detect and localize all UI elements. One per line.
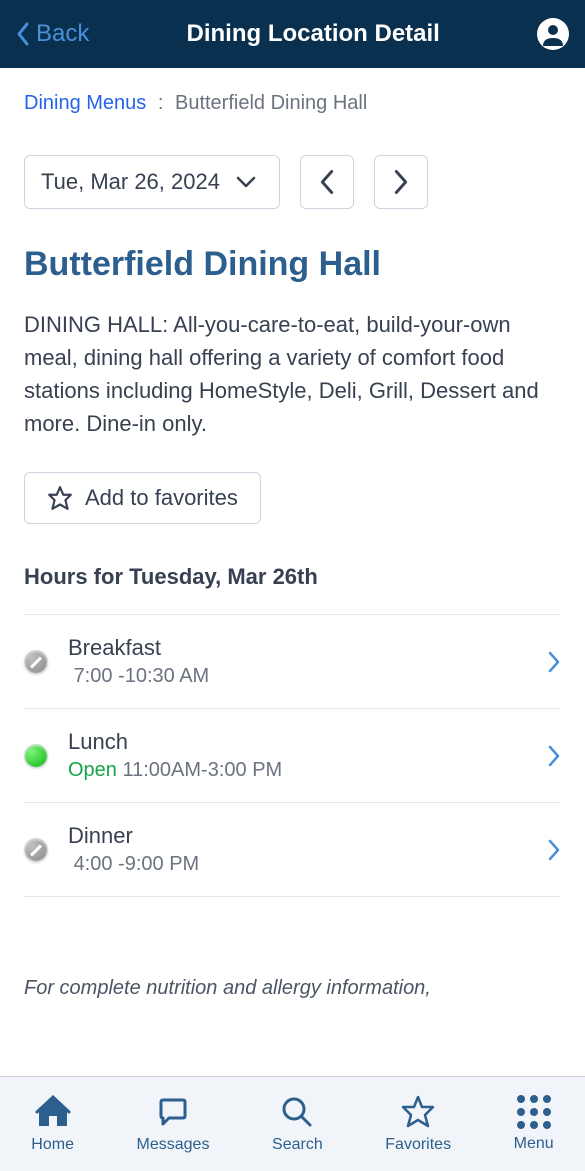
hall-title: Butterfield Dining Hall: [24, 245, 561, 284]
footer-note: For complete nutrition and allergy infor…: [24, 977, 561, 1000]
avatar-icon[interactable]: [537, 18, 569, 50]
chevron-left-icon: [318, 168, 336, 196]
chevron-right-icon: [392, 168, 410, 196]
status-closed-icon: [24, 838, 48, 862]
add-favorite-button[interactable]: Add to favorites: [24, 472, 261, 524]
nav-messages[interactable]: Messages: [137, 1094, 210, 1154]
bottom-nav: Home Messages Search Favorites Menu: [0, 1076, 585, 1171]
next-day-button[interactable]: [374, 155, 428, 209]
breadcrumb-separator: :: [158, 92, 164, 114]
meal-name: Breakfast: [68, 635, 527, 661]
nav-search[interactable]: Search: [272, 1094, 323, 1154]
status-open-icon: [24, 744, 48, 768]
hours-item-breakfast[interactable]: Breakfast 7:00 -10:30 AM: [24, 615, 561, 709]
meal-name: Lunch: [68, 729, 527, 755]
meal-time: 4:00 -9:00 PM: [68, 853, 527, 876]
star-icon: [47, 485, 73, 511]
hours-item-dinner[interactable]: Dinner 4:00 -9:00 PM: [24, 803, 561, 897]
hours-item-lunch[interactable]: Lunch Open 11:00AM-3:00 PM: [24, 709, 561, 803]
favorite-label: Add to favorites: [85, 485, 238, 511]
breadcrumb-current: Butterfield Dining Hall: [175, 92, 367, 114]
nav-label: Search: [272, 1136, 323, 1154]
nav-menu[interactable]: Menu: [514, 1095, 554, 1153]
menu-dots-icon: [517, 1095, 551, 1129]
message-icon: [155, 1094, 191, 1130]
hours-title: Hours for Tuesday, Mar 26th: [24, 564, 561, 590]
star-icon: [400, 1094, 436, 1130]
home-icon: [35, 1094, 71, 1130]
nav-favorites[interactable]: Favorites: [385, 1094, 451, 1154]
hall-description: DINING HALL: All-you-care-to-eat, build-…: [24, 308, 561, 440]
nav-label: Messages: [137, 1136, 210, 1154]
breadcrumb: Dining Menus : Butterfield Dining Hall: [24, 92, 561, 115]
hours-list: Breakfast 7:00 -10:30 AM Lunch Open 11:0…: [24, 614, 561, 897]
meal-time: 7:00 -10:30 AM: [68, 665, 527, 688]
chevron-down-icon: [236, 175, 256, 189]
nav-home[interactable]: Home: [31, 1094, 74, 1154]
meal-name: Dinner: [68, 823, 527, 849]
back-button[interactable]: Back: [16, 20, 89, 48]
nav-label: Favorites: [385, 1136, 451, 1154]
date-navigation: Tue, Mar 26, 2024: [24, 155, 561, 209]
date-value: Tue, Mar 26, 2024: [41, 169, 220, 195]
nav-label: Home: [31, 1136, 74, 1154]
chevron-right-icon: [547, 838, 561, 862]
chevron-right-icon: [547, 650, 561, 674]
hours-info: Dinner 4:00 -9:00 PM: [68, 823, 527, 876]
chevron-right-icon: [547, 744, 561, 768]
header: Back Dining Location Detail: [0, 0, 585, 68]
search-icon: [279, 1094, 315, 1130]
prev-day-button[interactable]: [300, 155, 354, 209]
status-closed-icon: [24, 650, 48, 674]
page-title: Dining Location Detail: [89, 20, 537, 48]
meal-time: Open 11:00AM-3:00 PM: [68, 759, 527, 782]
nav-label: Menu: [514, 1135, 554, 1153]
breadcrumb-link[interactable]: Dining Menus: [24, 92, 146, 114]
date-picker[interactable]: Tue, Mar 26, 2024: [24, 155, 280, 209]
hours-info: Lunch Open 11:00AM-3:00 PM: [68, 729, 527, 782]
chevron-left-icon: [16, 22, 30, 46]
back-label: Back: [36, 20, 89, 48]
hours-info: Breakfast 7:00 -10:30 AM: [68, 635, 527, 688]
